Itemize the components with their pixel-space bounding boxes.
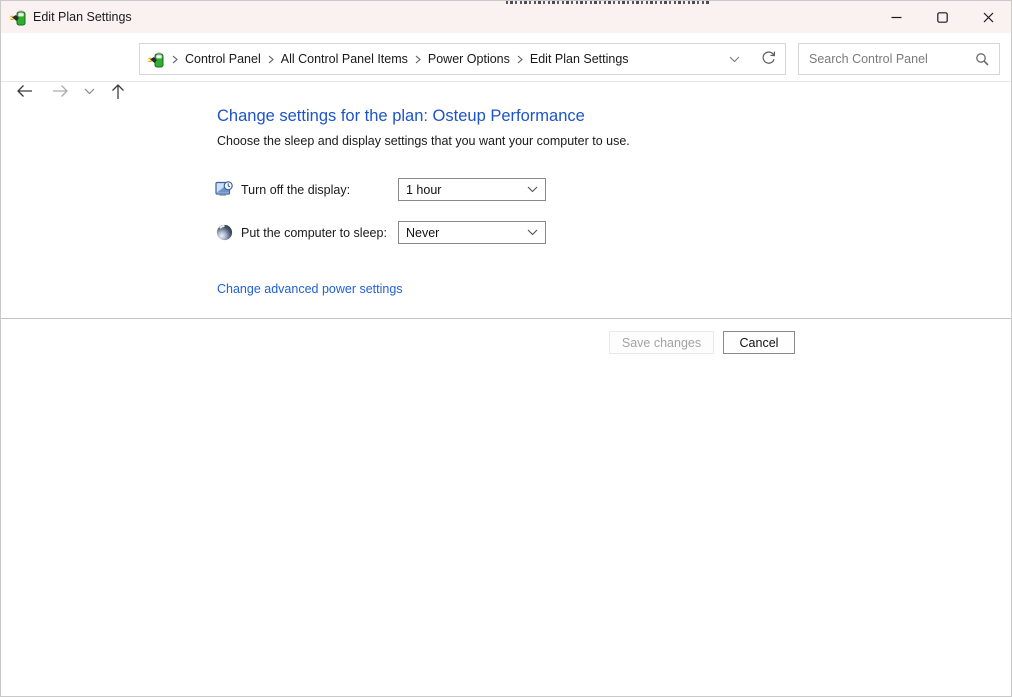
breadcrumb-item-power-options[interactable]: Power Options — [428, 52, 510, 66]
refresh-button[interactable] — [751, 44, 785, 74]
window-controls — [873, 1, 1011, 33]
sleep-timeout-select[interactable]: Never — [398, 221, 546, 244]
setting-label-display: Turn off the display: — [241, 183, 350, 197]
maximize-icon — [937, 12, 948, 23]
page-subtitle: Choose the sleep and display settings th… — [217, 134, 630, 148]
advanced-power-settings-link[interactable]: Change advanced power settings — [217, 282, 403, 296]
titlebar[interactable]: Edit Plan Settings — [1, 1, 1011, 33]
display-timeout-select[interactable]: 1 hour — [398, 178, 546, 201]
address-dropdown-button[interactable] — [717, 44, 751, 74]
refresh-icon — [761, 50, 776, 68]
content-footer-divider — [1, 318, 1011, 319]
forward-button[interactable] — [45, 76, 75, 106]
breadcrumb-item-all-control-panel-items[interactable]: All Control Panel Items — [281, 52, 408, 66]
address-dropdown-chevron-icon — [729, 52, 740, 66]
maximize-button[interactable] — [919, 1, 965, 33]
cancel-button[interactable]: Cancel — [723, 331, 795, 354]
back-button[interactable] — [9, 76, 39, 106]
sleep-timeout-value: Never — [406, 226, 527, 240]
recent-locations-button[interactable] — [77, 76, 101, 106]
display-timeout-value: 1 hour — [406, 183, 527, 197]
search-icon[interactable] — [975, 52, 989, 66]
forward-icon — [52, 84, 69, 98]
minimize-icon — [891, 12, 902, 23]
breadcrumb-separator-icon — [268, 55, 274, 64]
breadcrumb-item-control-panel[interactable]: Control Panel — [185, 52, 261, 66]
combo-chevron-icon — [527, 229, 538, 236]
page-title: Change settings for the plan: Osteup Per… — [217, 107, 585, 126]
search-input[interactable] — [809, 52, 975, 66]
power-plan-icon — [10, 9, 27, 26]
display-clock-icon — [215, 180, 234, 199]
recent-locations-chevron-icon — [84, 88, 95, 95]
window-title: Edit Plan Settings — [33, 10, 132, 24]
up-icon — [111, 83, 125, 100]
close-icon — [983, 12, 994, 23]
breadcrumb-separator-icon — [415, 55, 421, 64]
combo-chevron-icon — [527, 186, 538, 193]
clipped-text-artifact — [506, 1, 709, 4]
breadcrumb-separator-icon — [172, 55, 178, 64]
moon-sleep-icon — [215, 223, 234, 242]
back-icon — [16, 84, 33, 98]
navigation-bar: Control Panel All Control Panel Items Po… — [1, 33, 1011, 82]
setting-label-sleep: Put the computer to sleep: — [241, 226, 387, 240]
save-changes-button[interactable]: Save changes — [609, 331, 714, 354]
minimize-button[interactable] — [873, 1, 919, 33]
search-box — [798, 43, 1000, 75]
edit-plan-settings-window: Edit Plan Settings — [0, 0, 1012, 697]
breadcrumb-item-edit-plan-settings[interactable]: Edit Plan Settings — [530, 52, 629, 66]
close-button[interactable] — [965, 1, 1011, 33]
breadcrumb-separator-icon — [517, 55, 523, 64]
power-plan-icon — [148, 51, 165, 68]
address-bar[interactable]: Control Panel All Control Panel Items Po… — [139, 43, 786, 75]
up-button[interactable] — [103, 76, 133, 106]
